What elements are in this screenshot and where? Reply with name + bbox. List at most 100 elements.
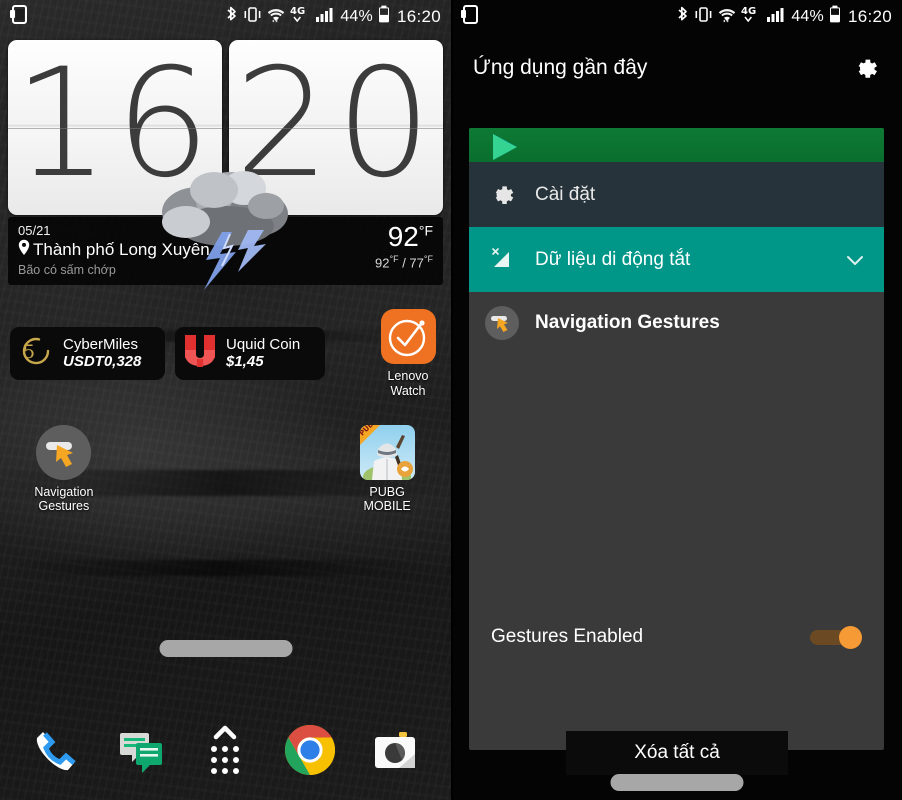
apps-slot-empty [118, 425, 226, 515]
app-pubg-mobile[interactable]: PUBG PUBG MOBILE [354, 424, 420, 515]
chevron-down-icon[interactable] [842, 247, 868, 273]
uquid-name: Uquid Coin [226, 335, 301, 353]
recent-card-settings[interactable]: Cài đặt [469, 162, 884, 227]
status-bar-clock: 16:20 [396, 6, 441, 26]
cybermiles-value: USDT0,328 [63, 352, 142, 370]
recent-card-mobile-data[interactable]: Dữ liệu di động tắt [469, 227, 884, 292]
status-bar: 4G 44% 16:20 [0, 0, 451, 33]
app-lenovo-watch[interactable]: Lenovo Watch [375, 309, 441, 399]
gear-icon[interactable] [848, 51, 882, 85]
signal-bars-icon [316, 6, 335, 28]
sim-card-icon [461, 4, 478, 29]
sim-card-icon [10, 4, 27, 29]
nav-gestures-label-2: Gestures [38, 499, 90, 514]
clock-weather-widget[interactable]: 16 20 05/21 Thành phố Long Xuyên Bão có … [8, 40, 443, 290]
recent-card-label: Dữ liệu di động tắt [535, 248, 691, 270]
temp-high: 92 [375, 255, 390, 271]
wallpaper-crack [20, 560, 420, 576]
dock-phone[interactable] [27, 721, 85, 779]
page-title: Ứng dụng gần đây [473, 56, 648, 79]
network-4g-icon: 4G [741, 5, 762, 29]
weather-high-low: 92°F / 77°F [375, 254, 433, 271]
apps-row-2: Navigation Gestures PUBG PUBG MOBILE [0, 424, 451, 515]
dock-app-drawer[interactable] [196, 721, 254, 779]
status-bar: 4G 44% 16:20 [451, 0, 902, 33]
gestures-enabled-row[interactable]: Gestures Enabled [469, 613, 884, 661]
uquid-coin-icon [183, 333, 217, 374]
navigation-gesture-pill[interactable] [159, 640, 292, 657]
navigation-gestures-icon [485, 306, 519, 340]
status-bar-right: 4G 44% 16:20 [225, 5, 441, 29]
weather-right: 92°F 92°F / 77°F [369, 223, 433, 271]
status-bar-clock: 16:20 [847, 6, 892, 26]
app-label: PUBG MOBILE [364, 485, 411, 515]
dock [0, 708, 451, 792]
play-store-icon [491, 134, 527, 165]
bluetooth-icon [676, 5, 689, 29]
clear-all-label: Xóa tất cả [634, 742, 720, 763]
thunderstorm-icon [126, 144, 326, 294]
navigation-gestures-icon [36, 424, 92, 480]
recent-apps-list: Cài đặt Dữ liệu di động tắt Navigation G… [469, 128, 884, 750]
cybermiles-text: CyberMiles USDT0,328 [63, 335, 142, 371]
battery-percent: 44% [340, 7, 373, 25]
dual-screenshot: 4G 44% 16:20 16 20 05/21 Thành phố Long … [0, 0, 902, 800]
dock-chrome[interactable] [281, 721, 339, 779]
svg-text:4G: 4G [290, 6, 305, 17]
home-screen: 4G 44% 16:20 16 20 05/21 Thành phố Long … [0, 0, 451, 800]
dock-camera[interactable] [366, 721, 424, 779]
app-navigation-gestures[interactable]: Navigation Gestures [31, 424, 97, 515]
apps-slot: Navigation Gestures [10, 424, 118, 515]
toggle-thumb [839, 626, 862, 649]
wifi-icon [267, 6, 285, 28]
widgets-row-1: 5 CyberMiles USDT0,328 Uquid Coin $1,45 [0, 309, 451, 399]
recents-header: Ứng dụng gần đây [451, 33, 902, 103]
temp-unit: °F [418, 222, 433, 239]
recent-apps-screen: 4G 44% 16:20 Ứng dụng gần đây Cài đặt Dữ… [451, 0, 902, 800]
vibrate-icon [694, 6, 713, 28]
pubg-label-1: PUBG [369, 484, 405, 499]
wifi-icon [718, 6, 736, 28]
lenovo-watch-label-1: Lenovo [387, 369, 429, 383]
dock-messages[interactable] [112, 721, 170, 779]
battery-icon [829, 5, 841, 29]
flip-clock[interactable]: 16 20 [8, 40, 443, 290]
svg-text:4G: 4G [741, 6, 756, 17]
app-label: Navigation Gestures [34, 485, 93, 515]
pubg-mobile-icon: PUBG [359, 424, 415, 480]
status-bar-left [10, 4, 27, 29]
temp-value: 92 [387, 221, 419, 252]
clear-all-button[interactable]: Xóa tất cả [566, 731, 788, 775]
network-4g-icon: 4G [290, 5, 311, 29]
app-label: Lenovo Watch [387, 369, 428, 399]
battery-percent: 44% [791, 7, 824, 25]
gestures-enabled-toggle[interactable] [810, 626, 862, 649]
navigation-gesture-pill[interactable] [610, 774, 743, 791]
status-bar-right: 4G 44% 16:20 [676, 5, 892, 29]
recent-card-label: Cài đặt [535, 183, 596, 205]
pubg-label-2: MOBILE [363, 499, 411, 514]
cybermiles-icon: 5 [18, 333, 54, 374]
lenovo-watch-label-2: Watch [390, 383, 426, 398]
cybermiles-name: CyberMiles [63, 335, 139, 353]
location-pin-icon [18, 239, 30, 261]
status-bar-left [461, 4, 478, 29]
apps-slot: PUBG PUBG MOBILE [333, 424, 441, 515]
recent-card-navigation-gestures[interactable]: Navigation Gestures [469, 292, 884, 354]
temp-low: 77 [409, 255, 424, 271]
bluetooth-icon [225, 5, 238, 29]
uquid-value: $1,45 [226, 352, 264, 370]
vibrate-icon [243, 6, 262, 28]
panel-divider [451, 0, 453, 800]
gestures-enabled-label: Gestures Enabled [491, 626, 644, 647]
battery-icon [378, 5, 390, 29]
weather-current-temp: 92°F [375, 223, 433, 251]
cybermiles-widget[interactable]: 5 CyberMiles USDT0,328 [10, 327, 165, 381]
mobile-data-off-icon [485, 243, 519, 277]
uquid-text: Uquid Coin $1,45 [226, 335, 301, 371]
uquid-coin-widget[interactable]: Uquid Coin $1,45 [175, 327, 325, 381]
recent-card-play-store[interactable] [469, 128, 884, 162]
temp-low-unit: °F [423, 254, 433, 264]
temp-high-unit: °F [389, 254, 399, 264]
nav-gestures-label-1: Navigation [34, 484, 94, 499]
